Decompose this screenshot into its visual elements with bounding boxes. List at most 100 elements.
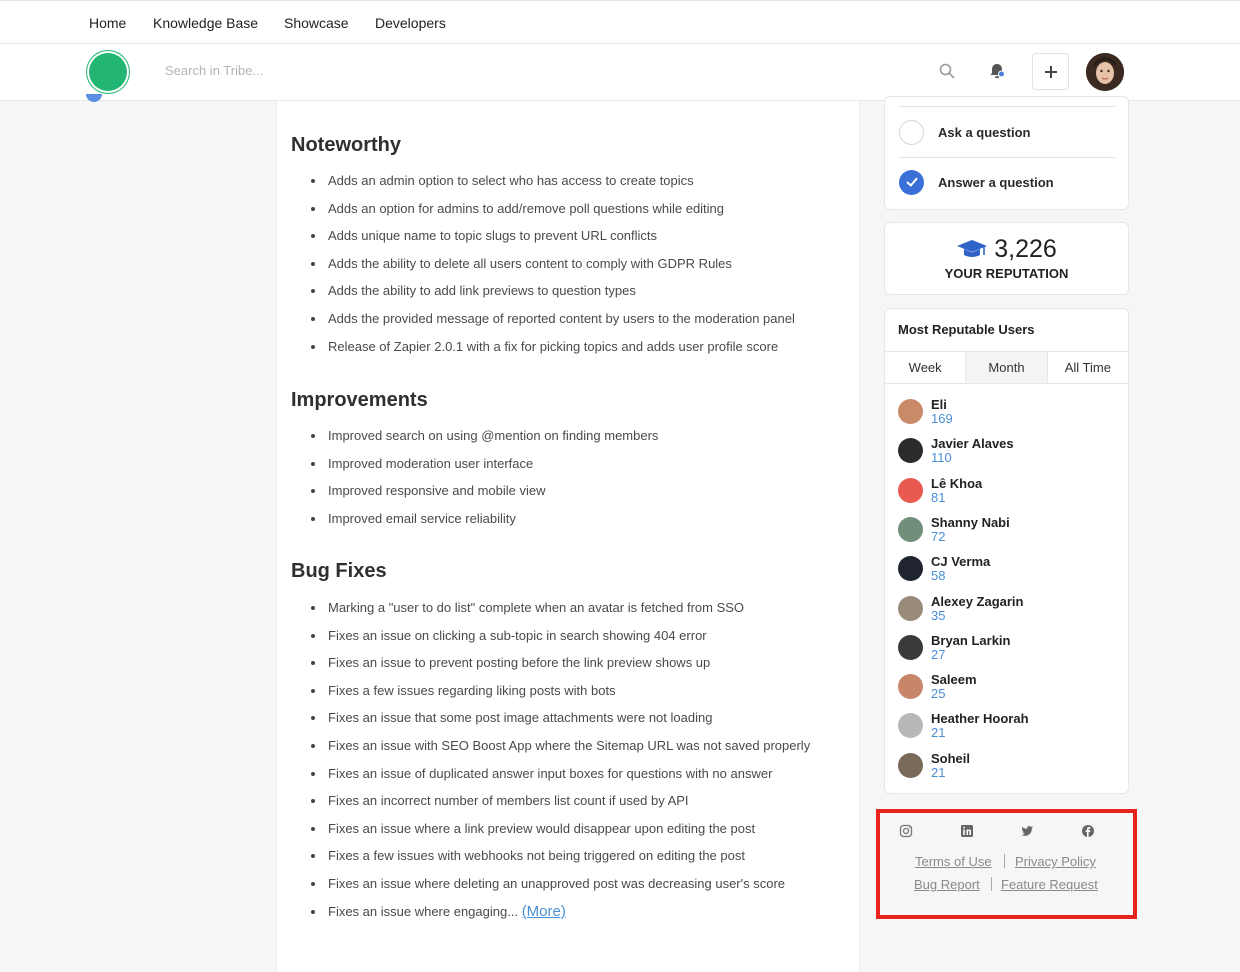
user-row[interactable]: Lê Khoa 81 [898,476,1098,506]
user-name[interactable]: Bryan Larkin [931,633,1010,648]
task-ask-question[interactable]: Ask a question [899,107,1115,157]
user-score: 21 [931,764,946,780]
list-item: Adds unique name to topic slugs to preve… [311,228,795,256]
list-item: Adds the ability to delete all users con… [311,256,795,284]
user-avatar[interactable] [898,556,923,582]
user-avatar[interactable] [898,713,923,739]
user-score: 25 [931,686,946,702]
task-answer-question[interactable]: Answer a question [899,157,1115,207]
user-avatar[interactable] [898,634,923,660]
list-item: Adds the provided message of reported co… [311,311,795,339]
user-avatar[interactable] [898,438,923,464]
list-item: Fixes an issue to prevent posting before… [311,655,810,683]
reputation-label: YOUR REPUTATION [944,266,1069,281]
user-score: 169 [931,411,953,426]
reputation-card: 3,226 YOUR REPUTATION [884,222,1129,295]
most-reputable-users-card: Most Reputable Users Week Month All Time… [884,308,1129,794]
unchecked-circle-icon [899,119,924,145]
list-item: Release of Zapier 2.0.1 with a fix for p… [311,339,795,367]
user-score: 110 [931,450,952,466]
highlight-box [876,809,1137,919]
nav-showcase[interactable]: Showcase [284,15,349,31]
user-row[interactable]: Shanny Nabi 72 [898,515,1098,545]
list-item: Fixes an issue where deleting an unappro… [311,876,810,904]
user-avatar[interactable] [898,595,923,621]
user-row[interactable]: Eli 169 [898,397,1098,427]
list-item: Improved email service reliability [311,511,658,539]
user-name[interactable]: Heather Hoorah [931,711,1029,726]
list-item: Improved search on using @mention on fin… [311,428,658,456]
list-item: Improved moderation user interface [311,456,658,484]
user-row[interactable]: Alexey Zagarin 35 [898,594,1098,624]
list-item: Fixes an issue where a link preview woul… [311,821,810,849]
top-navigation: Home Knowledge Base Showcase Developers [0,0,1240,44]
list-item: Adds an option for admins to add/remove … [311,201,795,229]
tab-month[interactable]: Month [966,352,1048,383]
user-avatar[interactable] [898,752,923,778]
user-row[interactable]: Heather Hoorah 21 [898,711,1098,741]
tab-week[interactable]: Week [885,352,967,383]
most-reputable-title: Most Reputable Users [898,322,1035,337]
list-item: Fixes an incorrect number of members lis… [311,793,810,821]
bell-icon[interactable] [987,61,1007,81]
list-item: Fixes an issue with SEO Boost App where … [311,738,810,766]
nav-home[interactable]: Home [89,15,126,31]
user-score: 72 [931,528,946,544]
user-score: 35 [931,607,946,623]
user-score: 27 [931,646,946,662]
header-bar [0,44,1240,101]
release-notes-post: Noteworthy Adds an admin option to selec… [276,101,860,972]
user-avatar[interactable] [1086,53,1124,91]
section-title-noteworthy: Noteworthy [291,134,401,156]
user-row[interactable]: Soheil 21 [898,751,1098,781]
nav-knowledge-base[interactable]: Knowledge Base [153,15,258,31]
list-item: Fixes a few issues with webhooks not bei… [311,848,810,876]
list-item: Fixes an issue of duplicated answer inpu… [311,766,810,794]
user-score: 58 [931,568,946,584]
nav-developers[interactable]: Developers [375,15,446,31]
task-label: Answer a question [938,174,1054,190]
list-item: Improved responsive and mobile view [311,483,658,511]
list-item: Fixes an issue on clicking a sub-topic i… [311,628,810,656]
create-post-button[interactable] [1032,53,1069,90]
list-item-truncated: Fixes an issue where engaging... (More) [311,903,810,932]
search-input[interactable] [165,63,465,78]
improvements-list: Improved search on using @mention on fin… [311,428,658,538]
user-row[interactable]: Javier Alaves 110 [898,436,1098,466]
user-name[interactable]: Saleem [931,672,977,687]
list-item: Adds the ability to add link previews to… [311,283,795,311]
user-name[interactable]: Alexey Zagarin [931,594,1024,609]
onboarding-tasks-card: Ask a question Answer a question [884,96,1129,210]
reputation-value: 3,226 [994,235,1057,263]
user-name[interactable]: CJ Verma [931,554,990,569]
plus-icon [1044,65,1057,78]
section-title-bug-fixes: Bug Fixes [291,560,387,582]
user-avatar[interactable] [898,516,923,542]
user-row[interactable]: Saleem 25 [898,672,1098,702]
tab-all-time[interactable]: All Time [1048,352,1128,383]
more-link[interactable]: (More) [522,903,566,920]
user-row[interactable]: Bryan Larkin 27 [898,633,1098,663]
user-name[interactable]: Lê Khoa [931,476,982,491]
community-logo[interactable] [89,53,127,91]
user-avatar[interactable] [898,399,923,424]
graduation-cap-icon [957,240,988,257]
bug-fixes-list: Marking a "user to do list" complete whe… [311,600,810,931]
user-avatar[interactable] [898,477,923,503]
user-name[interactable]: Javier Alaves [931,436,1014,451]
user-name[interactable]: Eli [931,397,947,412]
noteworthy-list: Adds an admin option to select who has a… [311,173,795,366]
user-name[interactable]: Soheil [931,751,970,766]
user-avatar[interactable] [898,674,923,700]
user-row[interactable]: CJ Verma 58 [898,554,1098,584]
user-score: 21 [931,725,946,741]
list-item-text: Fixes an issue where engaging... [328,903,519,919]
reputation-value-row: 3,226 [885,235,1128,264]
list-item: Fixes an issue that some post image atta… [311,710,810,738]
task-label: Ask a question [938,124,1031,140]
search-icon[interactable] [938,62,956,80]
user-name[interactable]: Shanny Nabi [931,515,1010,530]
period-tabs: Week Month All Time [885,351,1128,384]
section-title-improvements: Improvements [291,389,428,411]
list-item: Fixes a few issues regarding liking post… [311,683,810,711]
